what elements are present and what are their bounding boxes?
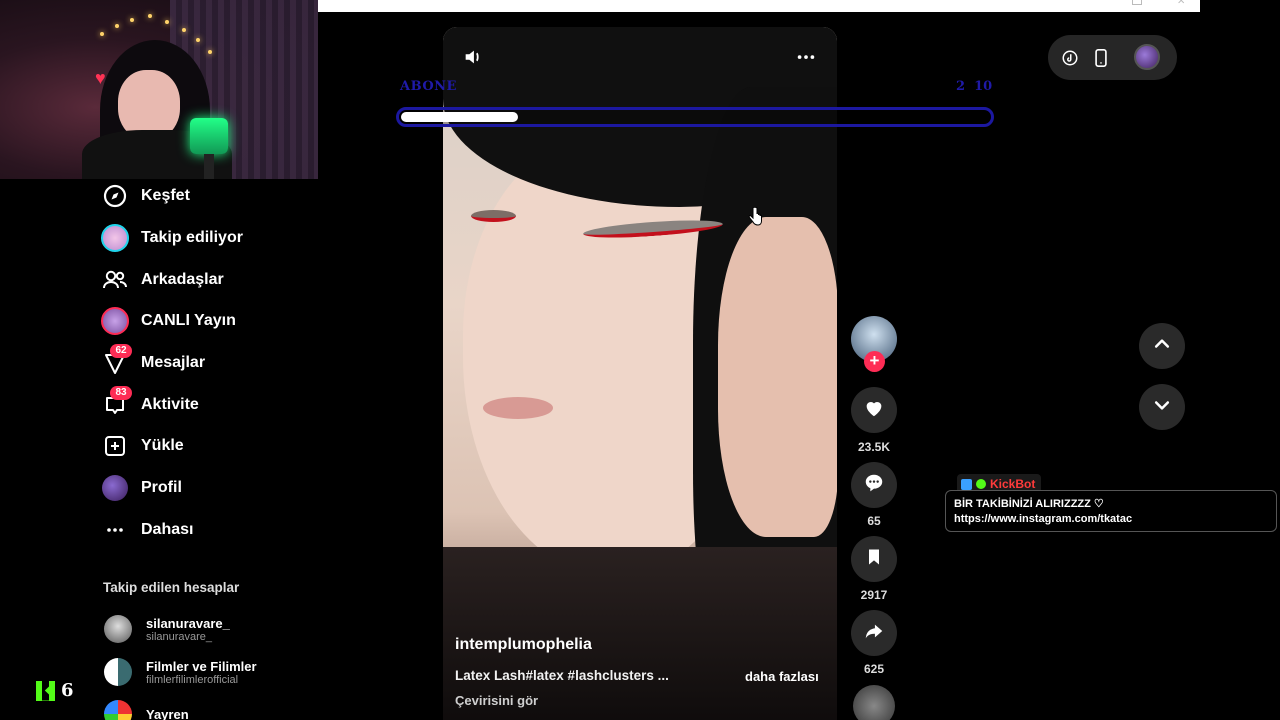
avatar [104,658,132,686]
followed-account-name: silanuravare_ [146,615,230,631]
video-description: Latex Lash#latex #lashclusters ... [455,668,669,683]
subscribe-goal-label: ABONE [400,79,457,94]
kick-logo-icon [36,680,55,701]
comment-button[interactable] [851,462,897,508]
sidebar-item-label: CANLI Yayın [141,312,236,329]
bot-icon [961,478,972,490]
heart-icon [863,397,885,424]
sidebar-item-upload[interactable]: Yükle [100,428,184,464]
sidebar-item-label: Profil [141,479,182,496]
sidebar-item-label: Aktivite [141,396,199,413]
following-avatar-icon [100,223,130,253]
more-icon [100,515,130,545]
follow-creator-button[interactable]: + [864,351,885,372]
activity-icon: 83 [100,386,132,420]
tiktok-coin-icon[interactable] [1059,47,1081,69]
sidebar-item-friends[interactable]: Arkadaşlar [100,262,224,298]
chat-message-line: BİR TAKİBİNİZİ ALIRIZZZZ ♡ [954,498,1104,510]
comment-icon [863,472,885,499]
sidebar-item-messages[interactable]: 62 Mesajlar [100,344,206,381]
goal-target: 10 [974,79,993,94]
sidebar-item-label: Yükle [141,437,184,454]
sidebar-item-explore[interactable]: Keşfet [100,178,190,214]
avatar [104,700,132,720]
upload-icon [100,431,130,461]
sidebar-item-label: Dahası [141,521,194,538]
bookmark-icon [864,547,884,572]
video-player[interactable] [443,27,837,720]
video-more-options-icon[interactable] [795,47,817,75]
kick-viewer-badge: 6 [36,680,74,701]
profile-avatar-icon [100,473,130,503]
like-button[interactable] [851,387,897,433]
subscribe-goal-bar [396,107,994,127]
compass-icon [100,181,130,211]
followed-account-item[interactable]: silanuravare_ silanuravare_ [104,615,230,643]
chat-bot-name: KickBot [990,477,1036,491]
share-icon [863,620,885,647]
sidebar-item-activity[interactable]: 83 Aktivite [100,386,199,423]
window-close-icon[interactable]: ✕ [1177,0,1187,7]
chat-message-link[interactable]: https://www.instagram.com/tkatac [954,512,1268,527]
followed-accounts-title: Takip edilen hesaplar [103,580,240,595]
message-icon: 62 [100,344,132,378]
followed-account-handle: silanuravare_ [146,630,213,643]
chat-message: BİR TAKİBİNİZİ ALIRIZZZZ ♡ https://www.i… [945,490,1277,532]
sidebar-item-label: Arkadaşlar [141,271,224,288]
music-disc[interactable] [853,685,895,720]
video-username[interactable]: intemplumophelia [455,636,592,654]
sidebar-item-label: Keşfet [141,187,190,204]
sidebar-item-following[interactable]: Takip ediliyor [100,220,243,256]
next-video-button[interactable] [1139,384,1185,430]
sidebar-item-more[interactable]: Dahası [100,512,193,548]
mouse-cursor-icon [748,206,762,232]
followed-account-name: Filmler ve Filimler [146,658,257,674]
share-button[interactable] [851,610,897,656]
verified-icon [976,479,986,489]
comment-count: 65 [867,514,881,528]
activity-badge: 83 [110,386,132,400]
window-restore-icon[interactable] [1132,0,1142,5]
browser-top-strip: ✕ [317,0,1200,12]
chevron-down-icon [1152,395,1172,420]
goal-current: 2 [956,79,966,94]
messages-badge: 62 [110,344,132,358]
sidebar-item-label: Mesajlar [141,354,206,371]
like-count: 23.5K [857,440,891,454]
followed-account-handle: filmlerfilimlerofficial [146,673,239,686]
followed-account-item[interactable]: Filmler ve Filimler filmlerfilimleroffic… [104,658,257,686]
followed-account-name: Yayren [146,706,189,720]
save-count: 2917 [860,588,888,602]
subscribe-goal-fill [401,112,518,122]
volume-icon[interactable] [462,46,484,74]
sidebar-item-label: Takip ediliyor [141,229,243,246]
streamer-webcam: ♥ [0,0,318,179]
user-avatar[interactable] [1134,44,1160,70]
mobile-app-icon[interactable] [1090,47,1112,69]
see-more-link[interactable]: daha fazlası [745,669,819,684]
see-translation-link[interactable]: Çevirisini gör [455,693,538,708]
previous-video-button[interactable] [1139,323,1185,369]
live-avatar-icon [100,306,130,336]
sidebar-item-profile[interactable]: Profil [100,470,182,506]
save-button[interactable] [851,536,897,582]
share-count: 625 [863,662,885,676]
avatar [104,615,132,643]
microphone-light [190,118,228,154]
followed-account-item[interactable]: Yayren [104,700,189,720]
friends-icon [100,265,130,295]
sidebar-item-live[interactable]: CANLI Yayın [100,303,236,339]
kick-viewer-count: 6 [61,680,74,701]
chevron-up-icon [1152,334,1172,359]
subscribe-goal-count: 2 10 [956,79,992,94]
